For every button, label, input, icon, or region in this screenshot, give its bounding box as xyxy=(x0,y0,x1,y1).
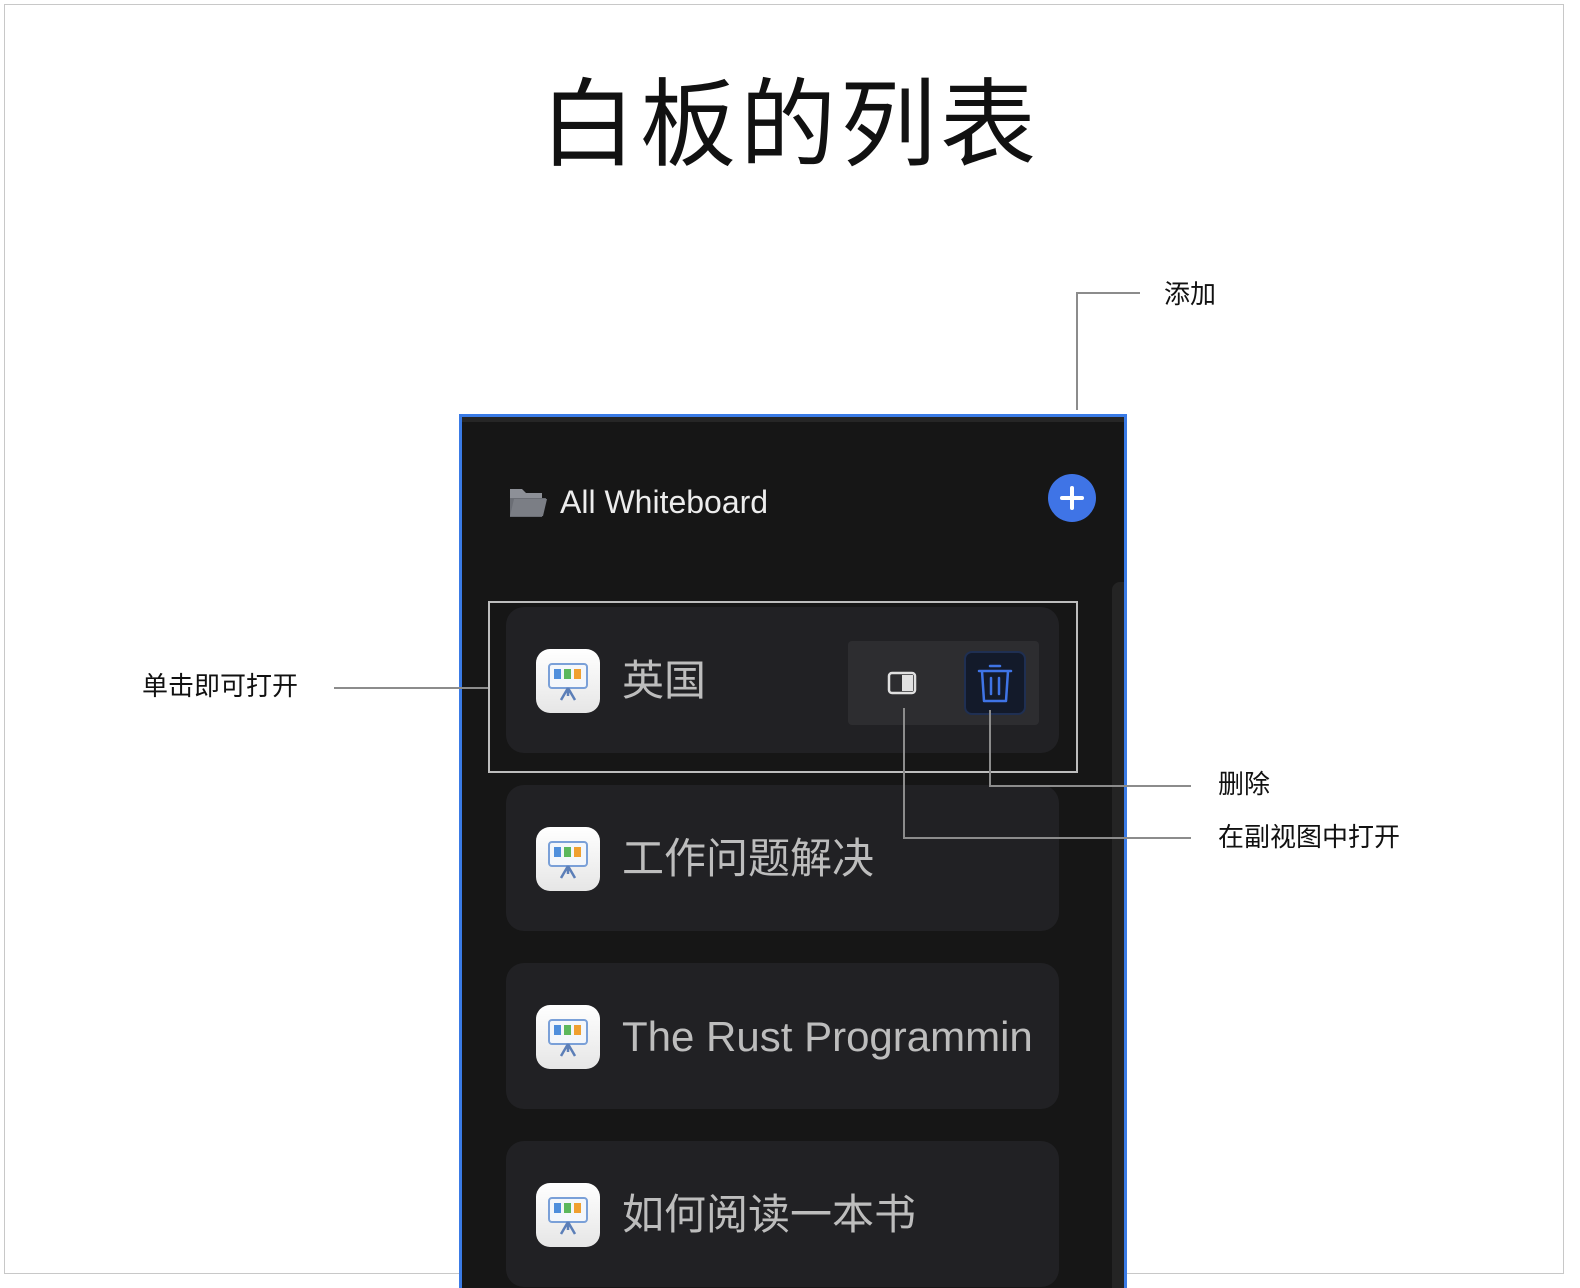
page-title: 白板的列表 xyxy=(540,69,1040,181)
whiteboard-icon xyxy=(536,1183,600,1247)
whiteboard-list-panel: All Whiteboard 英国 工作问题解决 The Rust Progra… xyxy=(459,414,1127,1288)
leader-line-sub-view xyxy=(903,837,1191,839)
delete-button[interactable] xyxy=(964,651,1026,715)
leader-line-delete xyxy=(989,785,1191,787)
annotation-single-click-open: 单击即可打开 xyxy=(142,672,299,702)
leader-line-single-click xyxy=(334,687,488,689)
leader-line-add xyxy=(1076,292,1078,410)
panel-header: All Whiteboard xyxy=(508,482,768,522)
list-item[interactable]: 如何阅读一本书 xyxy=(506,1141,1059,1287)
annotation-add: 添加 xyxy=(1164,280,1217,310)
panel-body: All Whiteboard 英国 工作问题解决 The Rust Progra… xyxy=(462,422,1124,1288)
whiteboard-icon xyxy=(536,1005,600,1069)
trash-icon xyxy=(977,664,1013,703)
whiteboard-icon xyxy=(536,827,600,891)
leader-line-add xyxy=(1076,292,1140,294)
split-view-icon xyxy=(887,671,917,695)
open-in-sub-view-button[interactable] xyxy=(886,669,918,697)
add-button[interactable] xyxy=(1048,474,1096,522)
list-item[interactable]: 工作问题解决 xyxy=(506,785,1059,931)
annotation-open-in-sub-view: 在副视图中打开 xyxy=(1218,823,1401,853)
folder-icon xyxy=(510,489,547,517)
list-item-label: 如何阅读一本书 xyxy=(622,1191,917,1238)
whiteboard-icon xyxy=(536,649,600,713)
item-actions xyxy=(848,641,1039,725)
scrollbar[interactable] xyxy=(1112,582,1124,1288)
list-item-label: The Rust Programming xyxy=(622,1013,1032,1060)
leader-line-sub-view xyxy=(903,708,905,838)
plus-icon xyxy=(1060,486,1084,510)
leader-line-delete xyxy=(989,710,991,786)
list-item[interactable]: The Rust Programming xyxy=(506,963,1059,1109)
list-item-label: 工作问题解决 xyxy=(622,835,875,882)
header-title: All Whiteboard xyxy=(560,483,769,520)
annotation-delete: 删除 xyxy=(1218,770,1271,800)
list-item[interactable]: 英国 xyxy=(506,607,1059,753)
